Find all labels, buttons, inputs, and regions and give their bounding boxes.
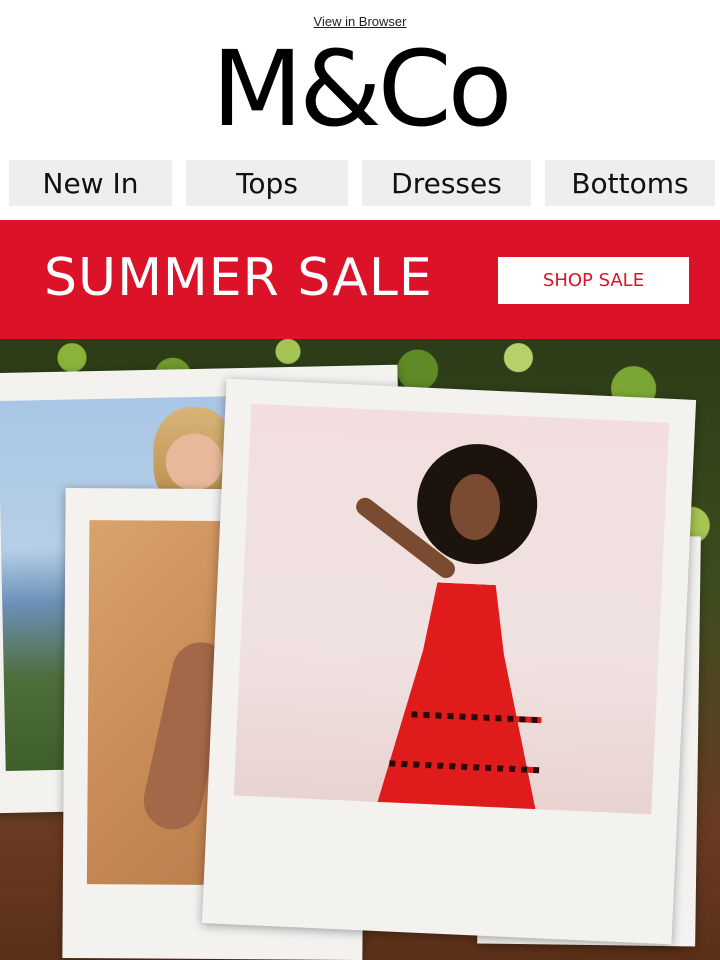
mco-logo[interactable]: M&Co [209,36,513,142]
category-nav: New In Tops Dresses Bottoms [0,160,720,208]
nav-tops[interactable]: Tops [186,160,348,206]
red-maxi-dress [375,580,547,814]
hero-image[interactable] [0,339,720,960]
nav-bottoms[interactable]: Bottoms [545,160,715,206]
shop-sale-button[interactable]: SHOP SALE [498,257,689,304]
summer-sale-banner[interactable]: SUMMER SALE SHOP SALE [0,220,720,339]
photo-red-dress-woman [233,403,670,815]
polaroid-main [201,378,697,945]
nav-dresses[interactable]: Dresses [362,160,531,206]
nav-new-in[interactable]: New In [9,160,172,206]
view-in-browser-link[interactable]: View in Browser [0,14,720,29]
banner-title: SUMMER SALE [44,248,433,308]
